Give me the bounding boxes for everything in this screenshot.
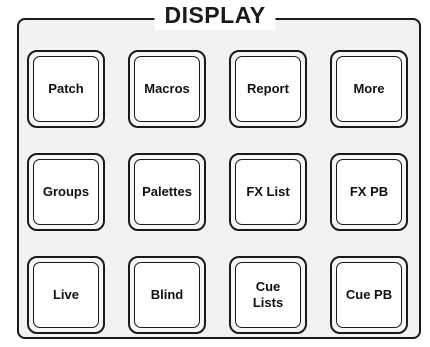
macros-key[interactable]: Macros (128, 50, 206, 128)
palettes-key[interactable]: Palettes (128, 153, 206, 231)
key-face: Blind (134, 262, 200, 328)
key-label: Report (247, 81, 289, 96)
key-label: Patch (48, 81, 84, 96)
key-label: Cue PB (345, 287, 393, 302)
key-label: FX PB (349, 184, 389, 199)
key-face: Report (235, 56, 301, 122)
live-key[interactable]: Live (27, 256, 105, 334)
key-label: Macros (144, 81, 190, 96)
key-face: Cue Lists (235, 262, 301, 328)
key-label: FX List (246, 184, 290, 199)
cue-pb-key[interactable]: Cue PB (330, 256, 408, 334)
key-face: Live (33, 262, 99, 328)
key-label: Palettes (142, 184, 192, 199)
key-face: Macros (134, 56, 200, 122)
key-face: Groups (33, 159, 99, 225)
key-label: Groups (42, 184, 90, 199)
more-key[interactable]: More (330, 50, 408, 128)
patch-key[interactable]: Patch (27, 50, 105, 128)
report-key[interactable]: Report (229, 50, 307, 128)
blind-key[interactable]: Blind (128, 256, 206, 334)
key-face: More (336, 56, 402, 122)
display-key-grid: Patch Macros Report More Groups Palettes… (27, 50, 408, 336)
key-label: More (353, 81, 385, 96)
panel-title: DISPLAY (154, 0, 276, 30)
groups-key[interactable]: Groups (27, 153, 105, 231)
key-face: FX PB (336, 159, 402, 225)
cue-lists-key[interactable]: Cue Lists (229, 256, 307, 334)
fx-pb-key[interactable]: FX PB (330, 153, 408, 231)
key-face: Patch (33, 56, 99, 122)
key-label: Live (52, 287, 79, 302)
key-face: Cue PB (336, 262, 402, 328)
key-face: FX List (235, 159, 301, 225)
key-face: Palettes (134, 159, 200, 225)
key-label: Blind (150, 287, 184, 302)
fx-list-key[interactable]: FX List (229, 153, 307, 231)
key-label: Cue Lists (252, 279, 284, 310)
